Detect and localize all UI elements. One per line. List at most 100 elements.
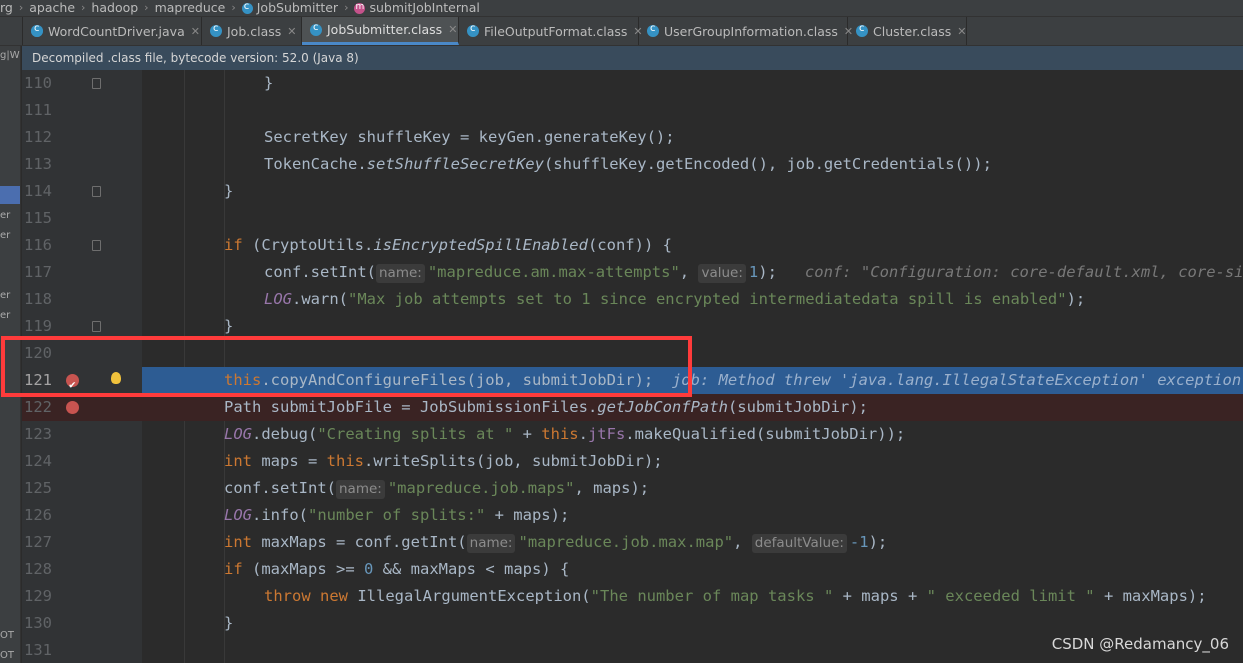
line-number: 131 (24, 641, 52, 659)
line-number: 118 (24, 290, 52, 308)
parameter-hint: name: (375, 264, 425, 283)
line-number: 130 (24, 614, 52, 632)
code-text: conf.setInt(name: "mapreduce.job.maps", m… (224, 479, 650, 499)
code-line[interactable]: 126 LOG.info("number of splits:" + maps); (22, 502, 1243, 529)
breadcrumb-label: hadoop (91, 0, 139, 15)
code-line-current-execution[interactable]: 121 ✔ this.copyAndConfigureFiles(job, subm… (22, 367, 1243, 394)
line-number: 120 (24, 344, 52, 362)
code-line[interactable]: 120 (22, 340, 1243, 367)
chevron-right-icon: › (144, 1, 149, 14)
class-file-icon (210, 23, 222, 37)
close-icon[interactable]: ✕ (448, 23, 457, 36)
tab-wordcountdriver[interactable]: WordCountDriver.java ✕ (23, 17, 202, 45)
line-number: 114 (24, 182, 52, 200)
code-line[interactable]: 115 (22, 205, 1243, 232)
tab-label: FileOutputFormat.class (484, 23, 628, 39)
parameter-hint: name: (466, 534, 516, 553)
breadcrumb-item-class[interactable]: JobSubmitter (241, 0, 339, 15)
breadcrumb-item[interactable]: mapreduce (155, 1, 226, 15)
lightbulb-icon[interactable] (111, 372, 121, 384)
code-text: } (264, 74, 274, 92)
code-text: LOG.info("number of splits:" + maps); (224, 506, 570, 524)
code-text: int maps = this.writeSplits(job, submitJ… (224, 452, 663, 470)
code-line[interactable]: 112 SecretKey shuffleKey = keyGen.generat… (22, 124, 1243, 151)
chevron-right-icon: › (231, 1, 236, 14)
line-number: 111 (24, 101, 52, 119)
fold-icon[interactable] (92, 78, 101, 89)
watermark: CSDN @Redamancy_06 (1051, 635, 1229, 653)
breadcrumb-item[interactable]: hadoop (91, 1, 138, 15)
chevron-right-icon: › (344, 1, 349, 14)
code-text: LOG.debug("Creating splits at " + this.j… (224, 425, 906, 443)
breakpoint-icon[interactable] (66, 401, 79, 414)
code-text: } (224, 182, 234, 200)
code-line[interactable]: 123 LOG.debug("Creating splits at " + thi… (22, 421, 1243, 448)
code-line[interactable]: 129 throw new IllegalArgumentException("T… (22, 583, 1243, 610)
breadcrumb-item-method[interactable]: submitJobInternal (354, 0, 480, 15)
code-text: int maxMaps = conf.getInt(name: "mapreduc… (224, 533, 888, 553)
banner-text: Decompiled .class file, bytecode version… (32, 51, 359, 65)
breadcrumb-label: JobSubmitter (256, 0, 339, 15)
code-line[interactable]: 118 LOG.warn("Max job attempts set to 1 s… (22, 286, 1243, 313)
line-number: 110 (24, 74, 52, 92)
tab-fileoutputformat-class[interactable]: FileOutputFormat.class✕ (459, 17, 643, 45)
tab-cluster-class[interactable]: Cluster.class ✕ (848, 17, 967, 45)
close-icon[interactable]: ✕ (191, 25, 200, 38)
java-file-icon (31, 23, 43, 37)
line-number: 119 (24, 317, 52, 335)
breadcrumb-item[interactable]: rg (0, 1, 13, 15)
code-text: throw new IllegalArgumentException("The … (264, 587, 1207, 605)
fold-icon[interactable] (92, 240, 101, 251)
code-line[interactable]: 110} (22, 70, 1243, 97)
line-number: 121 (24, 371, 52, 389)
line-number: 129 (24, 587, 52, 605)
parameter-hint: defaultValue: (751, 534, 847, 553)
line-number: 117 (24, 263, 52, 281)
class-icon (241, 0, 253, 14)
line-number: 127 (24, 533, 52, 551)
close-icon[interactable]: ✕ (957, 25, 966, 38)
code-text: Path submitJobFile = JobSubmissionFiles.… (224, 398, 868, 416)
project-tool-window[interactable]: g|W er er er er OT OT (0, 46, 21, 663)
tab-usergroupinformation-class[interactable]: UserGroupInformation.class✕ (639, 17, 853, 45)
line-number: 122 (24, 398, 52, 416)
code-text: } (224, 317, 234, 335)
code-line[interactable]: 114} (22, 178, 1243, 205)
line-number: 126 (24, 506, 52, 524)
code-text: TokenCache.setShuffleSecretKey(shuffleKe… (264, 155, 992, 173)
fold-icon[interactable] (92, 321, 101, 332)
line-number: 116 (24, 236, 52, 254)
breadcrumb-item[interactable]: apache (29, 1, 75, 15)
code-line[interactable]: 116 if (CryptoUtils.isEncryptedSpillEnabl… (22, 232, 1243, 259)
code-editor[interactable]: 110} 111 112 SecretKey shuffleKey = keyGe… (22, 70, 1243, 663)
tab-label: Cluster.class (873, 23, 952, 39)
code-line[interactable]: 111 (22, 97, 1243, 124)
code-line[interactable]: 127 int maxMaps = conf.getInt(name: "mapre… (22, 529, 1243, 556)
code-line[interactable]: 128 if (maxMaps >= 0 && maxMaps < maps) { (22, 556, 1243, 583)
tab-label: WordCountDriver.java (48, 23, 185, 39)
inline-debug-value: job: Method threw 'java.lang.IllegalStat… (671, 371, 1243, 389)
tab-jobsubmitter-class[interactable]: JobSubmitter.class ✕ (302, 17, 459, 45)
project-tree-fragment: er (0, 230, 11, 241)
code-line[interactable]: 125 conf.setInt(name: "mapreduce.job.maps"… (22, 475, 1243, 502)
code-line[interactable]: 124 int maps = this.writeSplits(job, subm… (22, 448, 1243, 475)
tab-job-class[interactable]: Job.class ✕ (202, 17, 302, 45)
parameter-hint: value: (698, 264, 746, 283)
breakpoint-icon[interactable]: ✔ (66, 374, 79, 391)
code-line[interactable]: 117 conf.setInt(name: "mapreduce.am.max-at… (22, 259, 1243, 286)
line-number: 124 (24, 452, 52, 470)
code-text: if (maxMaps >= 0 && maxMaps < maps) { (224, 560, 570, 578)
code-line[interactable]: 113 TokenCache.setShuffleSecretKey(shuffl… (22, 151, 1243, 178)
code-line[interactable]: 130} (22, 610, 1243, 637)
close-icon[interactable]: ✕ (287, 25, 296, 38)
code-text: conf.setInt(name: "mapreduce.am.max-attem… (264, 259, 1243, 286)
code-line[interactable]: 119} (22, 313, 1243, 340)
chevron-right-icon: › (18, 1, 24, 14)
breadcrumb: rg › apache › hadoop › mapreduce › JobSubmit… (0, 0, 1243, 17)
inline-debug-value: conf: "Configuration: core-default.xml, … (804, 263, 1243, 281)
project-tree-fragment: er (0, 310, 11, 321)
project-tree-selection (0, 186, 20, 204)
code-line-breakpoint[interactable]: 122 Path submitJobFile = JobSubmissionFil… (22, 394, 1243, 421)
breadcrumb-label: apache (29, 0, 76, 15)
fold-icon[interactable] (92, 186, 101, 197)
